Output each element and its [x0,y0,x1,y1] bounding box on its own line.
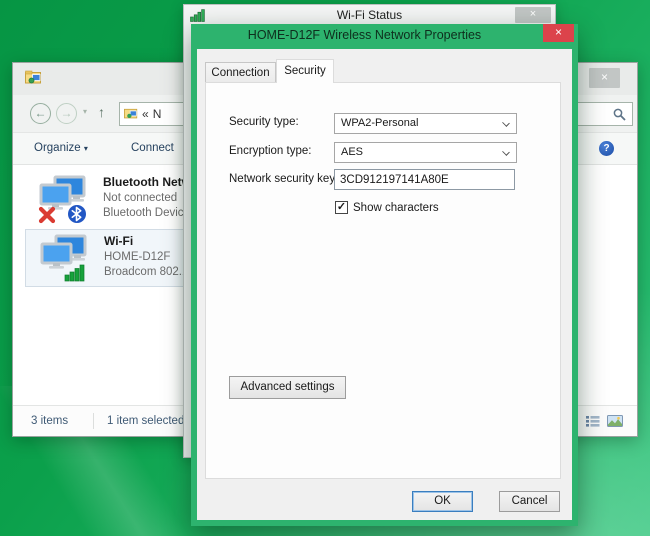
dialog-title: HOME-D12F Wireless Network Properties [191,28,538,42]
ok-button[interactable]: OK [412,491,473,512]
connection-device: Bluetooth Devic [103,206,191,222]
organize-caret-icon: ▾ [84,144,88,153]
tab-connection[interactable]: Connection [205,62,276,83]
thumbnail-view-icon[interactable] [607,415,623,430]
forward-button[interactable]: → [56,103,77,124]
back-button[interactable]: ← [30,103,51,124]
cancel-button[interactable]: Cancel [499,491,560,512]
connection-ssid: HOME-D12F [104,250,188,266]
search-icon [613,108,626,121]
explorer-close-button[interactable]: × [589,68,620,88]
connection-device: Broadcom 802.1 [104,265,188,281]
up-button[interactable]: ↑ [98,104,105,120]
security-tab-page: Security type: WPA2-Personal Encryption … [205,82,561,479]
statusbar-divider [93,413,94,429]
list-item-wifi[interactable]: Wi-Fi HOME-D12F Broadcom 802.1 [25,229,197,287]
wireless-properties-dialog: HOME-D12F Wireless Network Properties × … [191,24,578,526]
details-view-icon[interactable] [586,415,600,430]
show-characters-label: Show characters [353,202,439,214]
address-folder-icon [124,107,138,122]
connect-button[interactable]: Connect [131,142,174,154]
list-item-bluetooth[interactable]: Bluetooth Netw Not connected Bluetooth D… [25,171,197,229]
dialog-titlebar[interactable]: HOME-D12F Wireless Network Properties × [191,24,578,49]
encryption-type-label: Encryption type: [229,145,311,157]
dialog-content: Connection Security Security type: WPA2-… [197,49,572,520]
bluetooth-adapter-icon [37,175,89,230]
dialog-close-button[interactable]: × [543,24,574,42]
search-input[interactable] [571,102,633,126]
security-type-label: Security type: [229,116,299,128]
wifi-adapter-icon [38,234,90,289]
organize-menu-button[interactable]: Organize ▾ [34,142,88,154]
network-key-input[interactable] [334,169,515,190]
wifi-status-title: Wi-Fi Status [184,8,555,22]
network-folder-icon [25,70,42,89]
advanced-settings-button[interactable]: Advanced settings [229,376,346,399]
address-chevrons[interactable]: « [142,107,149,121]
recent-pages-caret-icon[interactable]: ▾ [83,107,87,116]
desktop: × ← → ▾ ↑ « N [0,0,650,536]
connection-name: Wi-Fi [104,234,188,250]
security-type-dropdown[interactable]: WPA2-Personal [334,113,517,134]
connection-name: Bluetooth Netw [103,175,191,191]
address-crumb[interactable]: N [153,107,162,121]
selection-count-label: 1 item selected [107,415,184,427]
items-count-label: 3 items [31,415,68,427]
help-icon[interactable]: ? [599,141,614,156]
chevron-down-icon [502,148,510,156]
connection-status: Not connected [103,191,191,207]
chevron-down-icon [502,119,510,127]
tab-security[interactable]: Security [276,59,334,83]
network-key-label: Network security key [229,173,335,185]
show-characters-checkbox[interactable]: ✓ [335,201,348,214]
encryption-type-dropdown[interactable]: AES [334,142,517,163]
wifi-status-close-button[interactable]: × [515,7,551,23]
